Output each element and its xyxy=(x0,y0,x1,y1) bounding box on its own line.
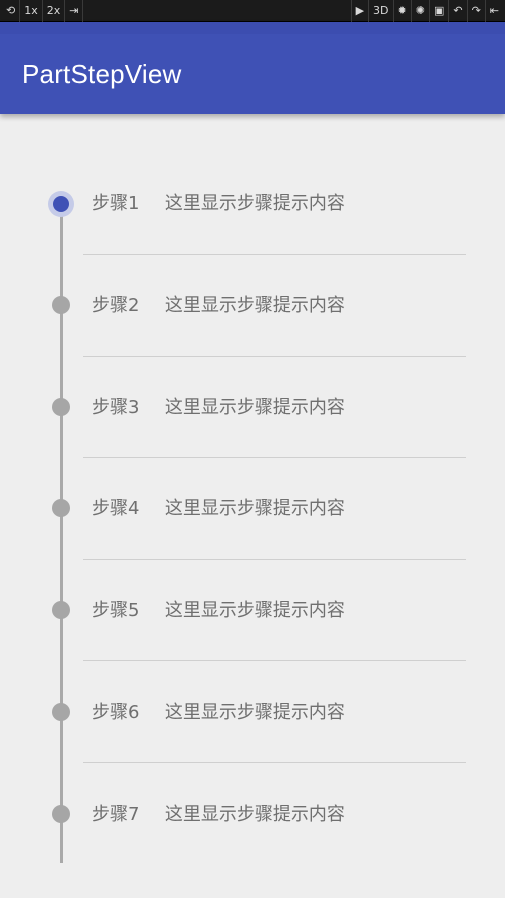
brightness-down-icon[interactable]: ✹ xyxy=(392,0,411,22)
step-text: 步骤1 这里显示步骤提示内容 xyxy=(92,192,345,216)
toolbar-left-group: ⟲ 1x 2x ⇥ xyxy=(2,0,84,22)
step-label: 步骤6 xyxy=(92,702,140,723)
rotate-icon[interactable]: ⟲ xyxy=(2,0,21,22)
mode-3d-button[interactable]: 3D xyxy=(368,0,392,22)
step-hint: 这里显示步骤提示内容 xyxy=(164,397,345,418)
step-text: 步骤5 这里显示步骤提示内容 xyxy=(92,599,345,623)
brightness-up-icon[interactable]: ✺ xyxy=(410,0,429,22)
collapse-icon[interactable]: ⇤ xyxy=(484,0,503,22)
step-text: 步骤2 这里显示步骤提示内容 xyxy=(92,294,345,318)
play-icon[interactable]: ▶ xyxy=(350,0,368,22)
step-text: 步骤3 这里显示步骤提示内容 xyxy=(92,396,345,420)
step-dot-icon xyxy=(52,805,70,823)
step-text: 步骤4 这里显示步骤提示内容 xyxy=(92,497,345,521)
step-text: 步骤7 这里显示步骤提示内容 xyxy=(92,803,345,827)
part-step-view: 步骤1 这里显示步骤提示内容 步骤2 这里显示步骤提示内容 步骤3 这里显示步骤… xyxy=(0,114,505,898)
step-label: 步骤7 xyxy=(92,804,140,825)
step-dot-icon xyxy=(52,499,70,517)
step-text: 步骤6 这里显示步骤提示内容 xyxy=(92,701,345,725)
app-bar: PartStepView xyxy=(0,22,505,114)
step-item-2[interactable]: 步骤2 这里显示步骤提示内容 xyxy=(0,255,505,357)
toolbar-right-group: ▶ 3D ✹ ✺ ▣ ↶ ↷ ⇤ xyxy=(350,0,503,22)
rotate-left-icon[interactable]: ↶ xyxy=(448,0,466,22)
step-label: 步骤2 xyxy=(92,295,140,316)
step-hint: 这里显示步骤提示内容 xyxy=(164,804,345,825)
step-dot-icon xyxy=(52,703,70,721)
step-item-1[interactable]: 步骤1 这里显示步骤提示内容 xyxy=(0,153,505,255)
page-title: PartStepView xyxy=(22,59,182,89)
status-bar-fragment xyxy=(0,22,505,34)
scale-2x-button[interactable]: 2x xyxy=(43,0,66,22)
step-item-5[interactable]: 步骤5 这里显示步骤提示内容 xyxy=(0,559,505,661)
step-hint: 这里显示步骤提示内容 xyxy=(164,600,345,621)
step-hint: 这里显示步骤提示内容 xyxy=(164,193,345,214)
screen-icon[interactable]: ▣ xyxy=(428,0,448,22)
step-label: 步骤1 xyxy=(92,193,140,214)
step-hint: 这里显示步骤提示内容 xyxy=(164,295,345,316)
step-dot-icon xyxy=(52,398,70,416)
step-label: 步骤3 xyxy=(92,397,140,418)
step-item-6[interactable]: 步骤6 这里显示步骤提示内容 xyxy=(0,661,505,763)
step-label: 步骤5 xyxy=(92,600,140,621)
step-dot-icon xyxy=(52,296,70,314)
step-hint: 这里显示步骤提示内容 xyxy=(164,498,345,519)
step-label: 步骤4 xyxy=(92,498,140,519)
emulator-toolbar: ⟲ 1x 2x ⇥ ▶ 3D ✹ ✺ ▣ ↶ ↷ ⇤ xyxy=(0,0,505,22)
step-hint: 这里显示步骤提示内容 xyxy=(164,702,345,723)
step-item-3[interactable]: 步骤3 这里显示步骤提示内容 xyxy=(0,356,505,458)
step-dot-icon xyxy=(52,601,70,619)
rotate-right-icon[interactable]: ↷ xyxy=(466,0,485,22)
step-item-4[interactable]: 步骤4 这里显示步骤提示内容 xyxy=(0,458,505,560)
scale-1x-button[interactable]: 1x xyxy=(20,0,43,22)
active-step-dot-icon xyxy=(48,191,74,217)
pin-icon[interactable]: ⇥ xyxy=(65,0,84,22)
step-item-7[interactable]: 步骤7 这里显示步骤提示内容 xyxy=(0,762,505,864)
